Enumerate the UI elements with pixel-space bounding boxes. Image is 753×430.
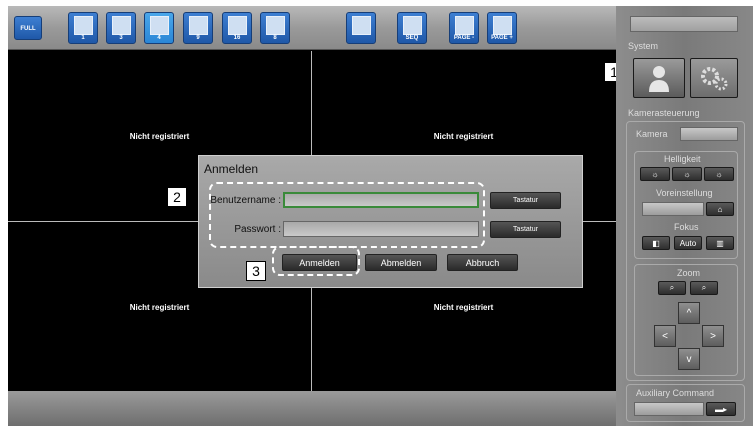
password-keyboard-button[interactable]: Tastatur <box>490 221 561 238</box>
page-next-icon <box>493 16 512 35</box>
user-login-button[interactable] <box>633 58 685 98</box>
layout-button-label: PAGE + <box>491 35 513 41</box>
preset-home-button[interactable]: ⌂ <box>706 202 734 216</box>
camera-control-heading: Kamerasteuerung <box>628 108 700 118</box>
camera-info-icon <box>352 16 371 35</box>
control-panel: System Kamerasteuerung Kamera Helligkeit… <box>616 6 753 426</box>
zoom-out-button[interactable]: ⌕ <box>658 281 686 295</box>
cell-status: Nicht registriert <box>433 302 494 312</box>
arrow-left-icon: < <box>662 330 668 342</box>
zoom-in-button[interactable]: ⌕ <box>690 281 718 295</box>
preset-select[interactable] <box>642 202 704 216</box>
layout-button-full[interactable]: FULL <box>14 16 42 40</box>
preset-label: Voreinstellung <box>656 188 713 198</box>
layout-button-info[interactable] <box>346 12 376 44</box>
callout-number-2: 2 <box>167 187 187 207</box>
layout-button-3[interactable]: 3 <box>106 12 136 44</box>
layout-button-label: 1 <box>81 35 85 41</box>
panel-display <box>630 16 738 32</box>
layout-button-label: 8 <box>273 35 277 41</box>
layout-button-1[interactable]: 1 <box>68 12 98 44</box>
callout-number-3: 3 <box>246 261 266 281</box>
focus-far-button[interactable]: ▥ <box>706 236 734 250</box>
layout-9-icon <box>189 16 208 35</box>
sun-icon: ☼ <box>683 169 691 179</box>
arrow-down-icon: v <box>686 353 692 365</box>
auxiliary-select[interactable] <box>634 402 704 416</box>
layout-16-icon <box>228 16 247 35</box>
focus-near-icon: ◧ <box>652 238 660 248</box>
focus-near-button[interactable]: ◧ <box>642 236 670 250</box>
layout-button-label: PAGE - <box>453 35 475 41</box>
sun-icon: ☼ <box>651 169 659 179</box>
layout-button-label: FULL <box>20 26 36 32</box>
username-keyboard-button[interactable]: Tastatur <box>490 192 561 209</box>
arrow-right-icon: > <box>710 330 716 342</box>
pan-left-button[interactable]: < <box>654 325 676 347</box>
layout-button-page[interactable]: PAGE + <box>487 12 517 44</box>
settings-button[interactable] <box>690 58 738 98</box>
brightness-down-button[interactable]: ☼ <box>640 167 670 181</box>
focus-label: Fokus <box>674 222 699 232</box>
user-icon <box>649 66 669 92</box>
callout-frame-login <box>272 246 360 276</box>
layout-button-label: 4 <box>157 35 161 41</box>
logout-button[interactable]: Abmelden <box>365 254 437 271</box>
pan-up-button[interactable]: ^ <box>678 302 700 324</box>
layout-8-icon <box>266 16 285 35</box>
page-prev-icon <box>455 16 474 35</box>
layout-1-icon <box>74 16 93 35</box>
layout-button-label: 9 <box>196 35 200 41</box>
layout-button-4[interactable]: 4 <box>144 12 174 44</box>
brightness-label: Helligkeit <box>664 154 701 164</box>
layout-button-label: SEQ <box>405 35 419 41</box>
layout-button-label: 3 <box>119 35 123 41</box>
layout-button-seq[interactable]: SEQ <box>397 12 427 44</box>
dialog-title: Anmelden <box>204 162 259 176</box>
zoom-out-icon: ⌕ <box>669 283 675 292</box>
callout-frame-credentials <box>209 182 485 248</box>
layout-button-9[interactable]: 9 <box>183 12 213 44</box>
layout-button-label: 16 <box>233 35 241 41</box>
layout-3-icon <box>112 16 131 35</box>
pan-down-button[interactable]: v <box>678 348 700 370</box>
sequence-icon <box>403 16 422 35</box>
zoom-label: Zoom <box>677 268 701 278</box>
camera-label: Kamera <box>636 129 668 139</box>
zoom-in-icon: ⌕ <box>701 283 707 292</box>
auxiliary-send-button[interactable]: ▬▸ <box>706 402 736 416</box>
cancel-button[interactable]: Abbruch <box>447 254 518 271</box>
layout-button-page[interactable]: PAGE - <box>449 12 479 44</box>
auxiliary-label: Auxiliary Command <box>636 388 715 398</box>
system-heading: System <box>628 41 659 51</box>
status-bar <box>8 391 616 426</box>
layout-4-icon <box>150 16 169 35</box>
brightness-up-button[interactable]: ☼ <box>704 167 734 181</box>
cell-status: Nicht registriert <box>129 131 190 141</box>
camera-icon: ▬▸ <box>714 404 727 414</box>
layout-button-16[interactable]: 16 <box>222 12 252 44</box>
layout-toolbar: FULL 1 3 4 9 16 8 SEQ PAGE - PAGE + <box>8 6 616 50</box>
gears-icon <box>701 67 728 91</box>
layout-button-8[interactable]: 8 <box>260 12 290 44</box>
cell-status: Nicht registriert <box>129 302 190 312</box>
focus-far-icon: ▥ <box>716 238 724 248</box>
arrow-up-icon: ^ <box>686 307 692 319</box>
focus-auto-button[interactable]: Auto <box>674 236 702 250</box>
brightness-reset-button[interactable]: ☼ <box>672 167 702 181</box>
camera-select[interactable] <box>680 127 738 141</box>
sun-icon: ☼ <box>715 169 723 179</box>
home-icon: ⌂ <box>717 204 723 214</box>
pan-right-button[interactable]: > <box>702 325 724 347</box>
cell-status: Nicht registriert <box>433 131 494 141</box>
